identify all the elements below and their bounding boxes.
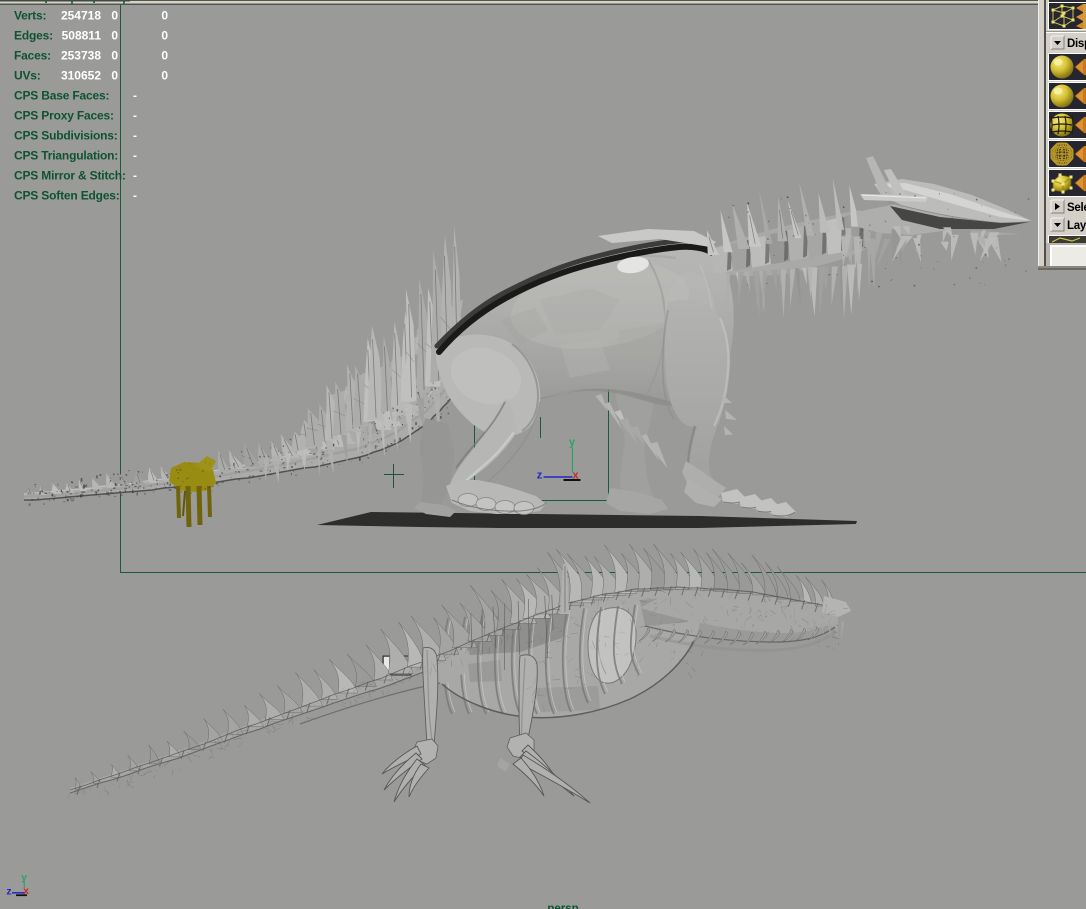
- svg-text:-: -: [133, 189, 137, 203]
- svg-text:0: 0: [111, 49, 118, 63]
- svg-text:-: -: [133, 149, 137, 163]
- svg-text:Disp: Disp: [1067, 38, 1086, 50]
- svg-text:y: y: [569, 437, 576, 449]
- svg-text:0: 0: [161, 69, 168, 83]
- svg-text:Sele: Sele: [1067, 202, 1086, 214]
- svg-text:CPS Triangulation:: CPS Triangulation:: [14, 149, 118, 163]
- svg-text:310652: 310652: [61, 69, 101, 83]
- svg-text:0: 0: [161, 49, 168, 63]
- svg-text:0: 0: [111, 69, 118, 83]
- svg-text:-: -: [133, 169, 137, 183]
- svg-text:CPS Proxy Faces:: CPS Proxy Faces:: [14, 109, 114, 123]
- svg-text:Edges:: Edges:: [14, 29, 53, 43]
- svg-text:254718: 254718: [61, 9, 101, 23]
- svg-text:CPS Base Faces:: CPS Base Faces:: [14, 89, 109, 103]
- svg-text:CPS Subdivisions:: CPS Subdivisions:: [14, 129, 118, 143]
- svg-text:CPS Mirror & Stitch:: CPS Mirror & Stitch:: [14, 169, 126, 183]
- svg-text:Lay: Lay: [1067, 220, 1086, 232]
- svg-text:508811: 508811: [62, 29, 102, 43]
- svg-text:0: 0: [161, 9, 168, 23]
- svg-text:persp: persp: [547, 903, 578, 909]
- svg-text:z: z: [537, 470, 543, 482]
- svg-text:253738: 253738: [61, 49, 101, 63]
- svg-text:-: -: [133, 89, 137, 103]
- svg-text:UVs:: UVs:: [14, 69, 41, 83]
- svg-text:CPS Soften Edges:: CPS Soften Edges:: [14, 189, 120, 203]
- svg-text:-: -: [133, 109, 137, 123]
- svg-text:-: -: [133, 129, 137, 143]
- svg-text:Faces:: Faces:: [14, 49, 51, 63]
- svg-text:0: 0: [111, 29, 118, 43]
- svg-text:0: 0: [111, 9, 118, 23]
- svg-text:0: 0: [161, 29, 168, 43]
- svg-text:Verts:: Verts:: [14, 9, 46, 23]
- svg-text:z: z: [6, 886, 11, 898]
